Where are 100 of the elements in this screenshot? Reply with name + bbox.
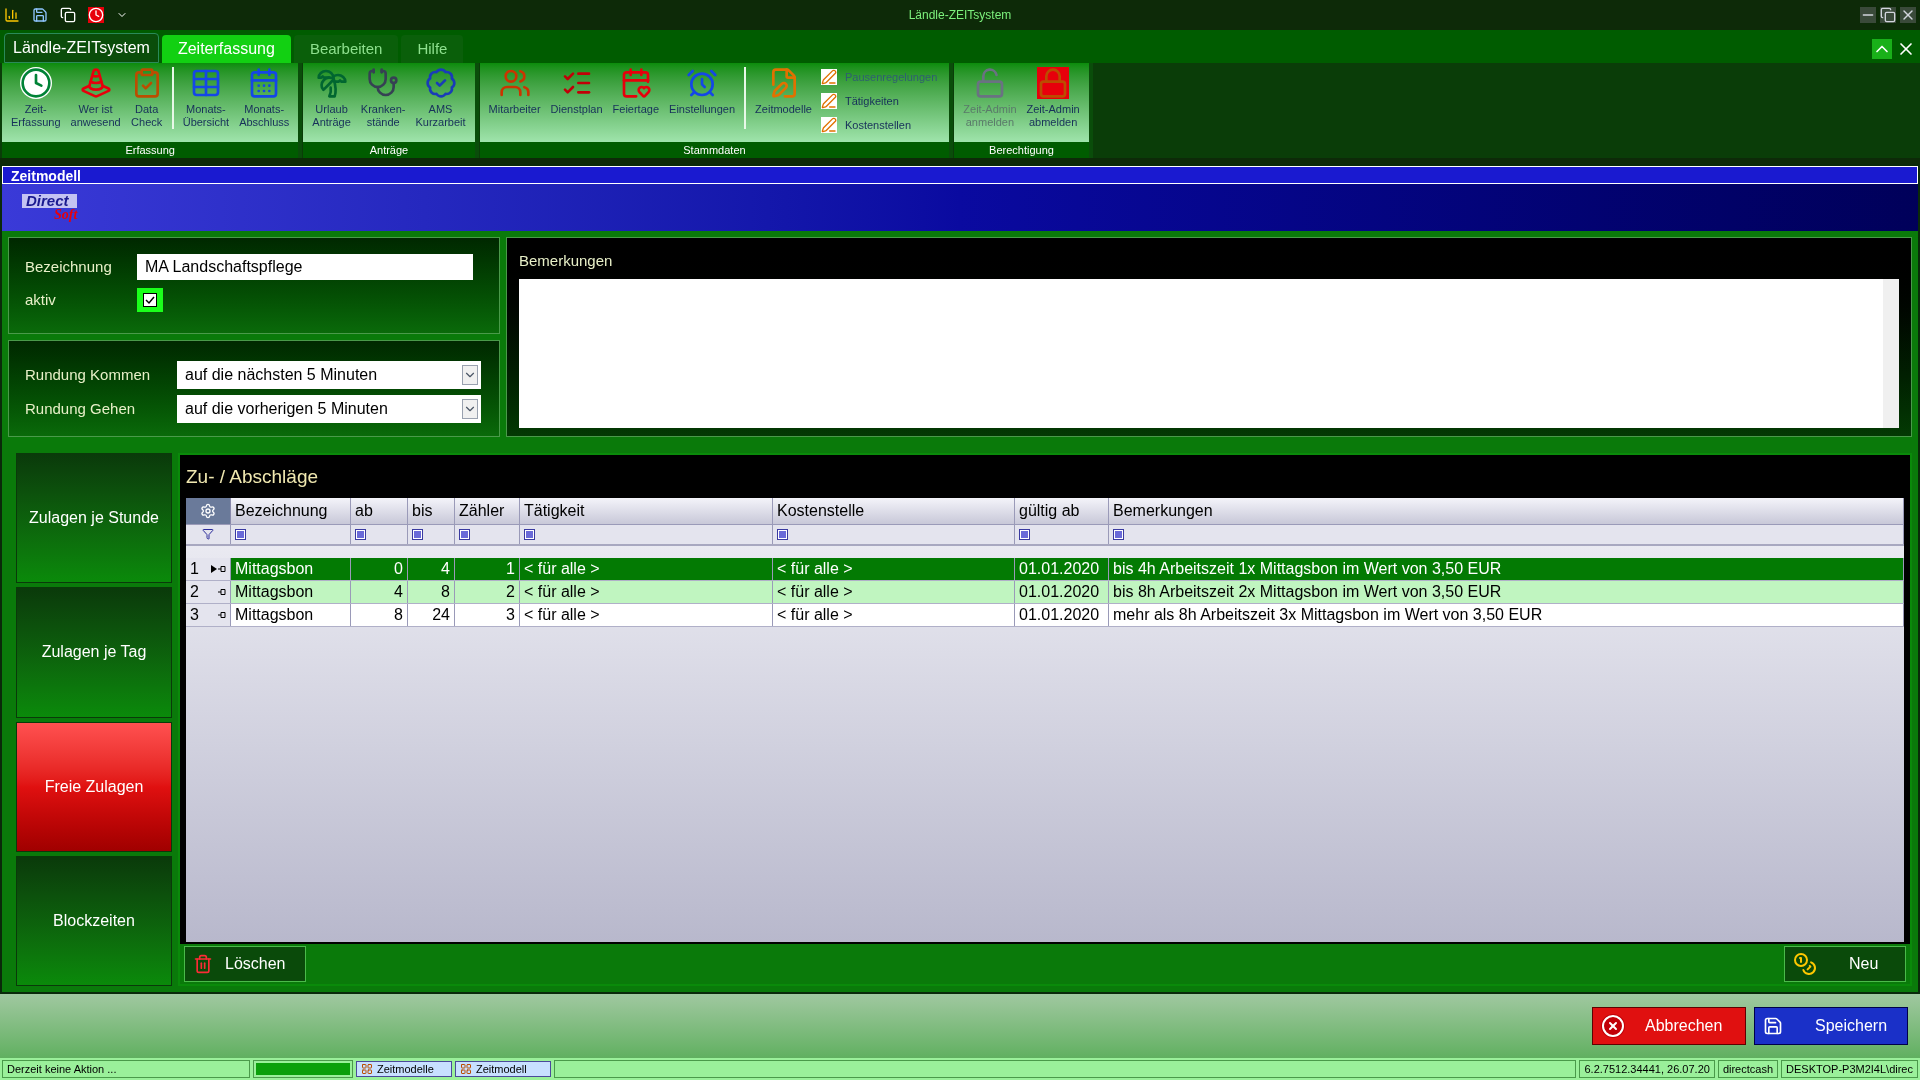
ribbon-button[interactable]: Mitarbeiter xyxy=(483,67,546,116)
scrollbar[interactable] xyxy=(1883,278,1899,428)
badge-icon xyxy=(424,67,457,99)
column-header[interactable]: Kostenstelle xyxy=(773,497,1015,524)
users-icon xyxy=(498,67,531,99)
clock-icon xyxy=(686,67,719,99)
pencil-icon xyxy=(820,117,837,133)
ribbon-button[interactable]: Kranken- stände xyxy=(355,67,411,129)
form-title-bar: Zeitmodell xyxy=(2,166,1918,184)
pin-icon xyxy=(218,565,226,572)
ribbon-small-button[interactable]: Kostenstellen xyxy=(820,115,938,135)
rounding-dropdown[interactable]: auf die vorherigen 5 Minuten xyxy=(177,395,481,423)
ribbon-group-label: Erfassung xyxy=(2,142,299,158)
ribbon-button[interactable]: Zeit- Erfassung xyxy=(6,67,66,129)
ribbon-button[interactable]: Zeit-Admin abmelden xyxy=(1021,67,1085,129)
filter-icon[interactable] xyxy=(524,528,535,540)
table-cell: 01.01.2020 xyxy=(1015,603,1109,626)
clock-icon[interactable] xyxy=(88,7,104,23)
column-chooser-icon[interactable] xyxy=(200,502,216,519)
column-header[interactable]: ab xyxy=(351,497,408,524)
save-icon[interactable] xyxy=(32,7,48,23)
ribbon-button[interactable]: Monats- Übersicht xyxy=(177,67,235,129)
ribbon-tab[interactable]: Hilfe xyxy=(401,35,464,63)
ribbon-button[interactable]: Data Check xyxy=(125,67,168,129)
name-input-field[interactable]: MA Landschaftspflege xyxy=(137,254,473,280)
column-header[interactable]: Zähler xyxy=(455,497,520,524)
current-row-icon xyxy=(211,564,217,573)
restore-icon[interactable] xyxy=(1880,7,1896,23)
table-cell: 8 xyxy=(351,603,408,626)
row-number: 3 xyxy=(190,604,199,625)
column-header[interactable]: Bemerkungen xyxy=(1109,497,1904,524)
pencil-icon xyxy=(820,93,837,109)
table-cell: < für alle > xyxy=(520,580,773,603)
ribbon-group-label: Berechtigung xyxy=(954,142,1089,158)
padlock-icon xyxy=(1037,67,1070,99)
column-header[interactable]: Bezeichnung xyxy=(231,497,351,524)
ribbon-group-label: Stammdaten xyxy=(479,142,950,158)
save-icon xyxy=(1763,1016,1783,1036)
filter-icon[interactable] xyxy=(355,528,366,540)
doctor-icon xyxy=(367,67,400,99)
cancel-button[interactable]: Abbrechen xyxy=(1592,1007,1746,1045)
ribbon-button[interactable]: Einstellungen xyxy=(664,67,741,116)
delete-button[interactable]: Löschen xyxy=(184,946,306,982)
window-icon xyxy=(460,1063,472,1075)
ribbon-button[interactable]: AMS Kurzarbeit xyxy=(410,67,471,129)
filter-icon[interactable] xyxy=(459,528,470,540)
side-tab-button[interactable]: Zulagen je Tag xyxy=(16,587,172,718)
table-row[interactable]: 3 Mittagsbon 8 24 3 < für alle > < für alle > 01.01.2020 mehr als 8h Arbeitszeit 3x Mittagsbon im Wert von 3,50 EUR xyxy=(186,603,1904,627)
window-title: Ländle-ZEITsystem xyxy=(908,7,1012,24)
table-cell: bis 8h Arbeitszeit 2x Mittagsbon im Wert von 3,50 EUR xyxy=(1109,580,1904,603)
minimize-icon[interactable] xyxy=(1860,7,1876,23)
window-tab[interactable]: Zeitmodelle xyxy=(356,1061,452,1077)
ribbon-button[interactable]: Zeitmodelle xyxy=(750,67,817,116)
table-cell: 1 xyxy=(455,557,520,580)
filter-icon[interactable] xyxy=(777,528,788,540)
ribbon-button[interactable]: Feiertage xyxy=(607,67,665,116)
cancel-icon xyxy=(1601,1014,1625,1038)
table-row[interactable]: 2 Mittagsbon 4 8 2 < für alle > < für alle > 01.01.2020 bis 8h Arbeitszeit 2x Mittagsbon im Wert von 3,50 EUR xyxy=(186,580,1904,604)
filter-clear-icon[interactable] xyxy=(202,528,214,540)
app-menu-tab[interactable]: Ländle-ZEITsystem xyxy=(4,33,159,63)
table-cell: 4 xyxy=(351,580,408,603)
save-button[interactable]: Speichern xyxy=(1754,1007,1908,1045)
rounding-dropdown[interactable]: auf die nächsten 5 Minuten xyxy=(177,361,481,389)
table-cell: 01.01.2020 xyxy=(1015,580,1109,603)
table-cell: < für alle > xyxy=(520,557,773,580)
column-header[interactable]: bis xyxy=(408,497,455,524)
filter-icon[interactable] xyxy=(235,528,246,540)
filter-icon[interactable] xyxy=(412,528,423,540)
side-tab-button[interactable]: Freie Zulagen xyxy=(16,721,172,852)
ribbon-group-label: Anträge xyxy=(303,142,475,158)
table-cell: Mittagsbon xyxy=(231,557,351,580)
pin-icon xyxy=(218,588,226,595)
column-header[interactable]: gültig ab xyxy=(1015,497,1109,524)
ribbon-button[interactable]: Urlaub Anträge xyxy=(307,67,356,129)
table-cell: 2 xyxy=(455,580,520,603)
table-cell: 0 xyxy=(351,557,408,580)
window-tab[interactable]: Zeitmodell xyxy=(455,1061,551,1077)
filter-icon[interactable] xyxy=(1019,528,1030,540)
windows-icon[interactable] xyxy=(60,7,76,23)
app-icon xyxy=(4,7,20,23)
clock-icon xyxy=(19,67,52,99)
table-cell: 8 xyxy=(408,580,455,603)
new-button[interactable]: Neu xyxy=(1784,946,1906,982)
ribbon-button[interactable]: Wer ist anwesend xyxy=(65,67,126,129)
filter-icon[interactable] xyxy=(1113,528,1124,540)
version-text: 6.2.7512.34441, 26.07.20 xyxy=(1579,1060,1715,1078)
row-number: 2 xyxy=(190,581,199,602)
close-icon[interactable] xyxy=(1900,7,1916,23)
side-tab-button[interactable]: Zulagen je Stunde xyxy=(16,453,172,584)
side-tab-button[interactable]: Blockzeiten xyxy=(16,855,172,986)
logo: Direct Soft xyxy=(22,193,78,222)
checkbox[interactable] xyxy=(137,288,163,312)
table-row[interactable]: 1 Mittagsbon 0 4 1 < für alle > < für alle > 01.01.2020 bis 4h Arbeitszeit 1x Mittagsbon im Wert von 3,50 EUR xyxy=(186,557,1904,581)
ribbon-small-button[interactable]: Tätigkeiten xyxy=(820,91,938,111)
table-cell: Mittagsbon xyxy=(231,603,351,626)
table-cell: 24 xyxy=(408,603,455,626)
ribbon-button[interactable]: Monats- Abschluss xyxy=(234,67,295,129)
ribbon-button[interactable]: Dienstplan xyxy=(545,67,608,116)
column-header[interactable]: Tätigkeit xyxy=(520,497,773,524)
ribbon-tab[interactable]: Bearbeiten xyxy=(293,35,399,63)
